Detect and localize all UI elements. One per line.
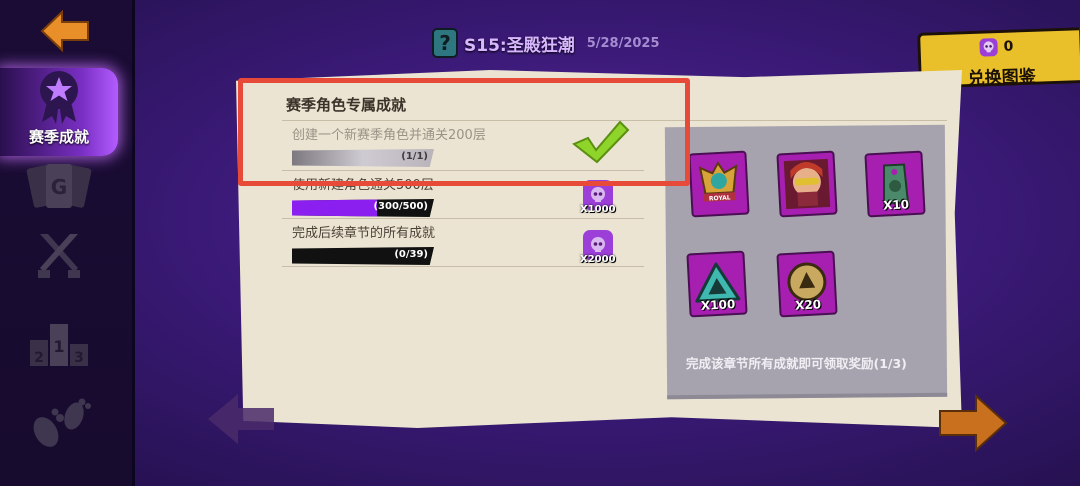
skull-token-icon bbox=[979, 38, 998, 57]
reward-amount: X2000 bbox=[580, 254, 616, 265]
prev-page-arrow-icon[interactable] bbox=[204, 390, 278, 448]
sidebar-item-footprints[interactable] bbox=[0, 394, 118, 452]
season-badge-icon: ? bbox=[432, 28, 458, 58]
reward-tile-hero[interactable] bbox=[776, 150, 838, 218]
sidebar-item-cards[interactable]: G bbox=[0, 160, 118, 212]
exchange-count: 0 bbox=[978, 36, 1014, 57]
next-page-arrow-icon[interactable] bbox=[936, 392, 1010, 454]
sidebar: 赛季成就 G 2 1 3 bbox=[0, 0, 135, 486]
sidebar-item-label: 赛季成就 bbox=[28, 128, 89, 146]
reward-tile-gold-rune[interactable]: X20 bbox=[776, 250, 838, 318]
achievement-reward[interactable]: X2000 bbox=[580, 230, 616, 265]
progress-bar: (0/39) bbox=[292, 247, 434, 265]
hero-portrait-icon bbox=[783, 158, 831, 210]
sidebar-item-leaderboard[interactable]: 2 1 3 bbox=[0, 318, 118, 368]
back-arrow-icon bbox=[40, 9, 89, 53]
progress-text: (0/39) bbox=[394, 249, 428, 260]
sidebar-item-season-achievements[interactable]: 赛季成就 bbox=[0, 68, 118, 156]
progress-bar: (300/500) bbox=[292, 199, 434, 217]
reward-tile-royal[interactable]: ROYAL bbox=[688, 150, 750, 218]
chapter-reward-note: 完成该章节所有成就即可领取奖励(1/3) bbox=[686, 356, 907, 371]
exchange-count-value: 0 bbox=[1003, 38, 1014, 55]
highlight-box bbox=[238, 78, 690, 186]
season-date: 5/28/2025 bbox=[586, 35, 660, 51]
ribbon-star-icon bbox=[34, 68, 84, 124]
svg-text:3: 3 bbox=[74, 350, 84, 366]
podium-icon: 2 1 3 bbox=[30, 324, 88, 366]
cards-icon: G bbox=[26, 164, 92, 208]
reward-amount: X100 bbox=[700, 297, 736, 313]
progress-text: (300/500) bbox=[373, 201, 428, 212]
royal-emblem-icon: ROYAL bbox=[698, 161, 738, 203]
season-title: S15:圣殿狂潮 bbox=[464, 35, 575, 56]
footprints-icon bbox=[33, 398, 91, 447]
divider bbox=[282, 266, 644, 267]
svg-text:1: 1 bbox=[53, 337, 64, 356]
divider bbox=[282, 218, 644, 219]
reward-tile-tag[interactable]: X10 bbox=[864, 150, 926, 218]
reward-tile-teal-rune[interactable]: X100 bbox=[686, 250, 748, 318]
reward-amount: X1000 bbox=[580, 204, 616, 215]
svg-text:ROYAL: ROYAL bbox=[709, 194, 731, 202]
back-button[interactable] bbox=[38, 8, 92, 54]
svg-text:2: 2 bbox=[34, 350, 44, 366]
reward-amount: X20 bbox=[794, 297, 822, 313]
crossed-swords-icon bbox=[38, 234, 80, 278]
reward-amount: X10 bbox=[882, 197, 910, 213]
progress-fill bbox=[292, 199, 378, 217]
season-header: ? S15:圣殿狂潮 5/28/2025 bbox=[432, 28, 660, 58]
svg-text:G: G bbox=[51, 175, 67, 199]
exchange-label: 兑换图鉴 bbox=[967, 66, 1037, 90]
sidebar-item-battle[interactable] bbox=[0, 230, 118, 282]
